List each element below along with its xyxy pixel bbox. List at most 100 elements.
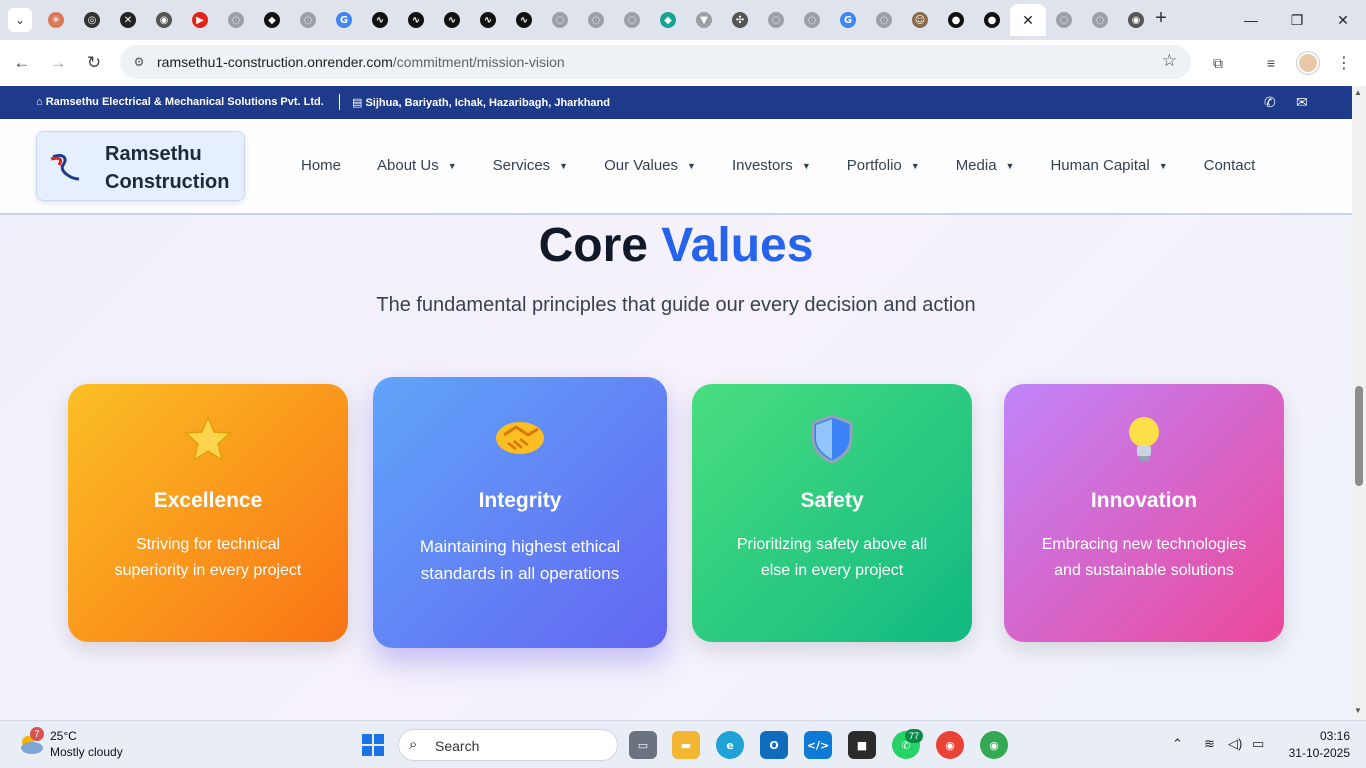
url-path: /commitment/mission-vision [392,54,565,70]
reload-button[interactable]: ↻ [82,51,106,75]
nav-item-contact[interactable]: Contact [1204,157,1256,174]
scroll-up-arrow[interactable]: ▲ [1354,88,1362,97]
browser-tab[interactable]: ✕ [1010,4,1046,36]
browser-tab[interactable]: ✳ [38,4,74,36]
browser-tab[interactable]: ◆ [254,4,290,36]
browser-tab[interactable]: ∿ [362,4,398,36]
taskbar-search[interactable]: ⌕ Search [398,729,618,761]
card-description: Striving for technical superiority in ev… [114,536,302,579]
site-info-icon[interactable]: ⚙ [130,53,148,71]
weather-badge: 7 [30,727,44,741]
battery-icon[interactable]: ▭ [1252,736,1264,752]
media-controls-icon[interactable]: ≡ [1261,53,1281,73]
nav-item-portfolio[interactable]: Portfolio ▼ [847,157,920,174]
browser-tab[interactable]: ◎ [74,4,110,36]
shield-tab-icon: ▼ [696,12,712,28]
restore-button[interactable]: ❐ [1274,0,1320,40]
address-bar[interactable]: ⚙ ramsethu1-construction.onrender.com/co… [120,45,1191,79]
cube-app-icon[interactable]: ■ [848,731,876,759]
close-window-button[interactable]: ✕ [1320,0,1366,40]
card-title: Innovation [1090,489,1198,512]
close-tab-icon[interactable]: ✕ [1022,12,1034,29]
volume-icon[interactable]: ◁) [1228,736,1242,752]
browser-tab[interactable]: ◌ [866,4,902,36]
browser-tab[interactable]: ● [974,4,1010,36]
edge-icon[interactable]: e [716,731,744,759]
browser-tab[interactable]: ▼ [686,4,722,36]
task-view-icon[interactable]: ▭ [629,731,657,759]
nav-item-about-us[interactable]: About Us ▼ [377,157,457,174]
tab-search-button[interactable]: ⌄ [8,8,32,32]
minimize-button[interactable]: — [1228,0,1274,40]
star-icon [68,414,348,464]
scrollbar-thumb[interactable] [1355,386,1363,486]
back-button[interactable]: ← [10,51,34,75]
browser-tab[interactable]: ◌ [218,4,254,36]
chrome-profile-taskbar-icon[interactable]: ◉ [980,731,1008,759]
nav-item-home[interactable]: Home [301,157,341,174]
scroll-down-arrow[interactable]: ▼ [1354,706,1362,715]
weather-temperature[interactable]: 25°C [50,729,77,743]
bookmark-star-icon[interactable]: ☆ [1162,51,1177,71]
page-scrollbar[interactable]: ▲ ▼ [1352,86,1366,720]
browser-tab[interactable]: ∿ [470,4,506,36]
windows-start-icon[interactable] [362,734,384,756]
wifi-icon[interactable]: ≋ [1204,736,1215,752]
claude-icon: ✳ [48,12,64,28]
nav-item-services[interactable]: Services ▼ [493,157,568,174]
phone-icon[interactable]: ✆ [1264,94,1276,111]
browser-tab[interactable]: ◌ [542,4,578,36]
globe-icon: ◌ [588,12,604,28]
browser-tab[interactable]: ▶ [182,4,218,36]
new-tab-button[interactable]: + [1150,8,1172,30]
browser-tab[interactable]: ◌ [1046,4,1082,36]
nav-item-our-values[interactable]: Our Values ▼ [604,157,696,174]
browser-tab[interactable]: G [830,4,866,36]
section-subheading: The fundamental principles that guide ou… [376,294,976,316]
chrome-icon: ◉ [156,12,172,28]
vscode-icon[interactable]: </> [804,731,832,759]
nav-item-media[interactable]: Media ▼ [956,157,1015,174]
logo-line2: Construction [105,171,230,193]
nav-item-human-capital[interactable]: Human Capital ▼ [1050,157,1167,174]
browser-tab[interactable]: ◉ [146,4,182,36]
tray-overflow-icon[interactable]: ⌃ [1172,736,1183,752]
browser-tab[interactable]: ∿ [506,4,542,36]
site-logo[interactable]: Ramsethu Construction [36,131,245,201]
outlook-icon[interactable]: O [760,731,788,759]
github-icon: ● [948,12,964,28]
browser-tab[interactable]: ◌ [794,4,830,36]
file-explorer-icon[interactable]: ▬ [672,731,700,759]
profile-avatar[interactable] [1297,52,1319,74]
clock-date[interactable]: 31-10-2025 [1280,746,1350,760]
forward-button[interactable]: → [46,51,70,75]
mail-icon[interactable]: ✉ [1296,94,1308,111]
browser-tab[interactable]: ∿ [434,4,470,36]
company-location: ▤ Sijhua, Bariyath, Ichak, Hazaribagh, J… [352,97,610,109]
browser-tab[interactable]: ◆ [650,4,686,36]
nav-item-investors[interactable]: Investors ▼ [732,157,811,174]
browser-tab[interactable]: ◌ [758,4,794,36]
browser-tab[interactable]: G [326,4,362,36]
globe-icon: ◌ [1092,12,1108,28]
browser-tab[interactable]: ◌ [1082,4,1118,36]
chevron-down-icon: ▼ [447,160,457,171]
nav-item-label: Our Values [604,157,679,174]
browser-tab[interactable]: ∿ [398,4,434,36]
browser-tab[interactable]: ◌ [578,4,614,36]
menu-icon[interactable]: ⋮ [1334,53,1354,73]
card-title: Safety [800,489,864,512]
weather-condition[interactable]: Mostly cloudy [50,745,123,759]
browser-tab[interactable]: ◉ [1118,4,1154,36]
browser-tab[interactable]: ● [938,4,974,36]
browser-tab[interactable]: ✣ [722,4,758,36]
browser-tab[interactable]: ☺ [902,4,938,36]
url-text[interactable]: ramsethu1-construction.onrender.com/comm… [157,54,565,70]
value-card-innovation: Innovation Embracing new technologies and… [1004,384,1284,642]
clock-time[interactable]: 03:16 [1300,729,1350,743]
extensions-icon[interactable]: ⧉ [1208,53,1228,73]
chrome-taskbar-icon[interactable]: ◉ [936,731,964,759]
browser-tab[interactable]: ✕ [110,4,146,36]
browser-tab[interactable]: ◌ [614,4,650,36]
browser-tab[interactable]: ◌ [290,4,326,36]
